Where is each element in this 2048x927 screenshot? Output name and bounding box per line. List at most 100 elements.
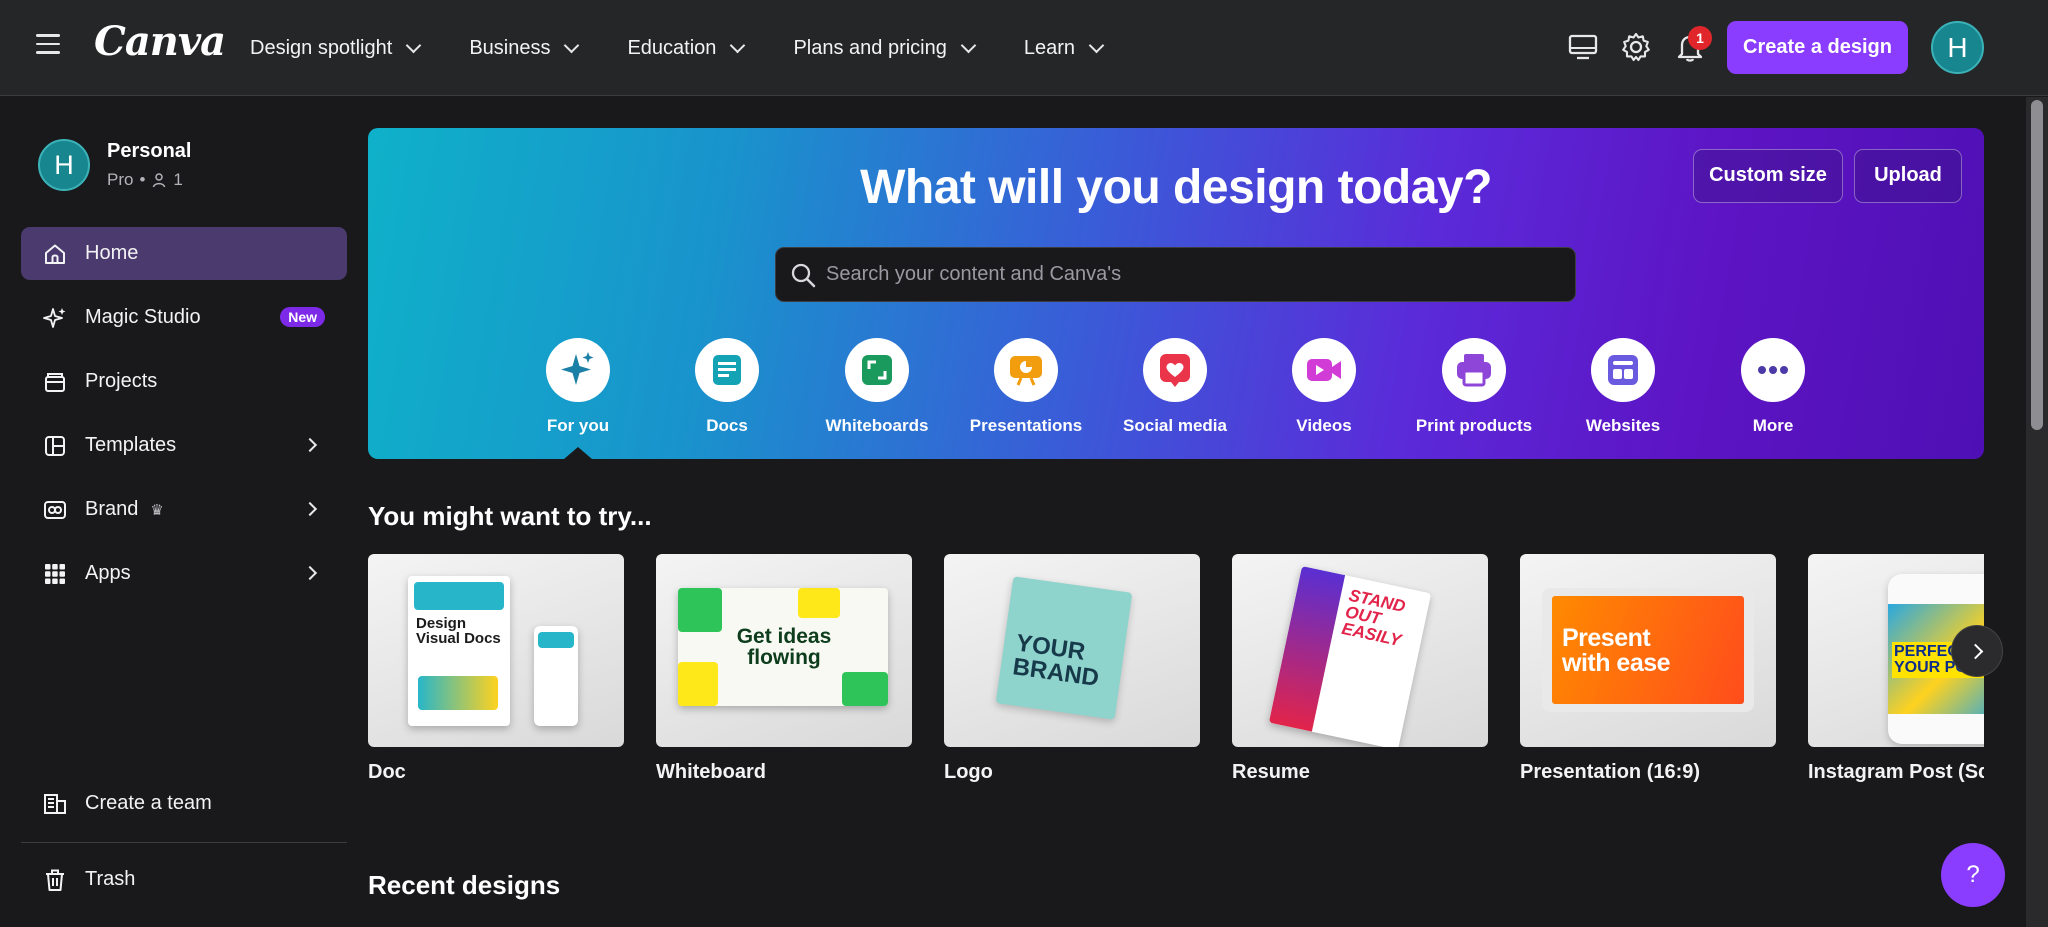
- sidebar-item-label: Create a team: [85, 792, 212, 814]
- category-label: Docs: [706, 416, 748, 435]
- design-categories: For you Docs Whiteboards Presentations S…: [368, 338, 1984, 459]
- nav-education[interactable]: Education: [627, 37, 746, 60]
- crown-icon: ♛: [150, 501, 164, 519]
- card-whiteboard[interactable]: Get ideas flowing Whiteboard: [656, 554, 912, 784]
- chevron-down-icon: [1088, 37, 1105, 53]
- search-input[interactable]: [826, 248, 1566, 300]
- category-label: For you: [546, 416, 610, 435]
- chevron-down-icon: [730, 37, 746, 53]
- sidebar-item-label: Home: [85, 242, 139, 264]
- category-label: Websites: [1585, 416, 1661, 435]
- category-websites[interactable]: Websites: [1553, 338, 1693, 436]
- nav-plans-pricing[interactable]: Plans and pricing: [793, 37, 977, 60]
- presentation-art-text: Present with ease: [1562, 624, 1671, 677]
- sidebar-item-label: Apps: [85, 562, 131, 584]
- account-avatar[interactable]: H: [38, 139, 90, 191]
- account-members-count: 1: [173, 170, 183, 189]
- sticky-note-art: [842, 672, 888, 706]
- hero-banner: What will you design today? Custom size …: [368, 128, 1984, 459]
- doc-phone-header-art: [538, 632, 574, 648]
- recent-designs-title: Recent designs: [368, 870, 561, 900]
- sticky-note-art: [798, 588, 840, 618]
- category-more[interactable]: More: [1703, 338, 1843, 436]
- chevron-right-icon: [1967, 643, 1984, 660]
- sidebar-item-home[interactable]: Home: [21, 227, 347, 280]
- sidebar: H Personal Pro • 1 Home Magic Studio New…: [0, 97, 368, 927]
- category-label: Print products: [1415, 416, 1533, 435]
- nav-business[interactable]: Business: [469, 37, 580, 60]
- account-name[interactable]: Personal: [107, 140, 191, 163]
- printer-icon: [1457, 354, 1491, 387]
- chevron-right-icon: [302, 565, 318, 581]
- sidebar-item-label: Brand: [85, 498, 139, 520]
- doc-header-art: [414, 582, 504, 610]
- category-videos[interactable]: Videos: [1254, 338, 1394, 436]
- website-icon: [1608, 355, 1638, 385]
- heart-icon: [1160, 354, 1190, 387]
- laptop-art: Present with ease: [1542, 588, 1754, 712]
- card-label: Instagram Post (Squ: [1808, 761, 1984, 783]
- create-design-button[interactable]: Create a design: [1727, 21, 1908, 74]
- apps-grid-icon: [45, 564, 65, 584]
- sidebar-item-templates[interactable]: Templates: [21, 419, 347, 472]
- sidebar-item-projects[interactable]: Projects: [21, 355, 347, 408]
- card-label: Logo: [944, 761, 993, 783]
- card-presentation[interactable]: Present with ease Presentation (16:9): [1520, 554, 1776, 784]
- suggestion-cards: Design Visual Docs Doc Get ideas flowing…: [368, 554, 1984, 794]
- card-label: Presentation (16:9): [1520, 761, 1701, 783]
- carousel-next-button[interactable]: [1951, 625, 2003, 677]
- custom-size-button[interactable]: Custom size: [1693, 149, 1843, 203]
- nav-label: Design spotlight: [250, 36, 393, 59]
- sidebar-item-label: Magic Studio: [85, 306, 201, 328]
- category-circle: [1292, 338, 1356, 402]
- sidebar-item-brand[interactable]: Brand ♛: [21, 483, 347, 536]
- user-avatar[interactable]: H: [1931, 21, 1984, 74]
- category-circle: [845, 338, 909, 402]
- trash-icon: [46, 869, 64, 891]
- gear-icon[interactable]: [1619, 30, 1653, 64]
- sidebar-item-apps[interactable]: Apps: [21, 547, 347, 600]
- desktop-app-icon[interactable]: [1566, 30, 1600, 64]
- resume-art-text: STAND OUT EASILY: [1340, 585, 1408, 650]
- canva-logo[interactable]: Canva: [94, 18, 226, 65]
- nav-learn[interactable]: Learn: [1023, 36, 1105, 60]
- category-print-products[interactable]: Print products: [1404, 338, 1544, 436]
- whiteboard-icon: [862, 355, 892, 385]
- help-button[interactable]: ?: [1941, 843, 2005, 907]
- card-logo[interactable]: YOUR BRAND Logo: [944, 554, 1200, 784]
- card-label: Whiteboard: [656, 761, 766, 783]
- presentation-icon: [1010, 356, 1042, 386]
- suggestions-title: You might want to try...: [368, 501, 652, 531]
- doc-art-text: Design Visual Docs: [416, 615, 501, 647]
- separator-dot: •: [139, 170, 146, 189]
- scrollbar-thumb[interactable]: [2031, 100, 2043, 430]
- nav-design-spotlight[interactable]: Design spotlight: [250, 36, 422, 60]
- sidebar-item-magic-studio[interactable]: Magic Studio New: [21, 291, 347, 344]
- card-doc[interactable]: Design Visual Docs Doc: [368, 554, 624, 784]
- category-social-media[interactable]: Social media: [1105, 338, 1245, 436]
- folder-icon: [45, 373, 65, 392]
- card-thumbnail: Present with ease: [1520, 554, 1776, 747]
- nav-label: Learn: [1023, 36, 1076, 59]
- upload-button[interactable]: Upload: [1854, 149, 1962, 203]
- doc-page-art: Design Visual Docs: [408, 576, 510, 726]
- category-whiteboards[interactable]: Whiteboards: [807, 338, 947, 436]
- card-resume[interactable]: STAND OUT EASILY Resume: [1232, 554, 1488, 784]
- category-docs[interactable]: Docs: [657, 338, 797, 436]
- account-plan: Pro: [107, 170, 134, 189]
- category-for-you[interactable]: For you: [508, 338, 648, 436]
- doc-bars-art: [418, 676, 498, 710]
- chevron-right-icon: [302, 501, 318, 517]
- chevron-down-icon: [564, 37, 580, 53]
- sidebar-item-create-team[interactable]: Create a team: [21, 777, 347, 830]
- sidebar-item-label: Templates: [85, 434, 177, 456]
- video-icon: [1307, 359, 1341, 381]
- sidebar-item-trash[interactable]: Trash: [21, 853, 347, 906]
- menu-hamburger-icon[interactable]: [36, 34, 60, 56]
- page-scrollbar[interactable]: [2026, 97, 2048, 927]
- category-label: More: [1752, 416, 1794, 435]
- sidebar-item-label: Projects: [85, 370, 158, 392]
- top-bar: Canva Design spotlight Business Educatio…: [0, 0, 2048, 96]
- category-presentations[interactable]: Presentations: [956, 338, 1096, 436]
- person-icon: [153, 173, 166, 188]
